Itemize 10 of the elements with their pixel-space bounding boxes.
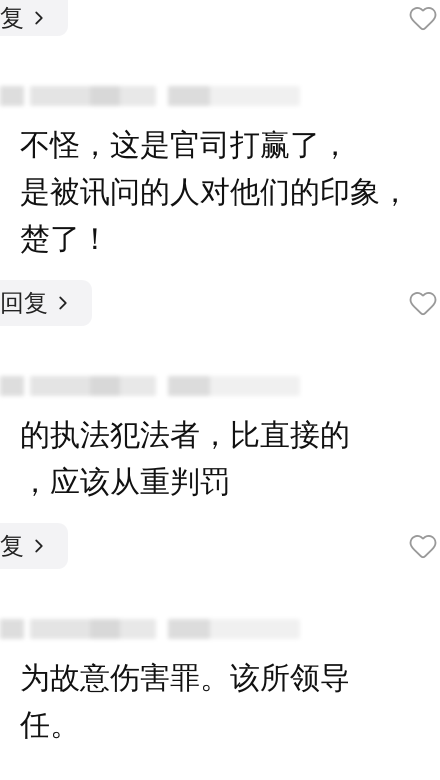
comment-text: ，应该从重判罚 — [19, 464, 231, 502]
comment-text: 是被讯问的人对他们的印象， — [19, 174, 411, 212]
reply-button[interactable]: 复 — [0, 0, 68, 36]
reply-button[interactable]: 回复 — [0, 280, 92, 326]
comment-text: 任。 — [19, 707, 81, 745]
comment-text: 为故意伤害罪。该所领导 — [19, 660, 351, 698]
comment-text: 楚了！ — [19, 221, 111, 259]
comment-text: 的执法犯法者，比直接的 — [19, 417, 351, 455]
comment-text: 不怪，这是官司打赢了， — [19, 127, 351, 165]
reply-button[interactable]: 复 — [0, 523, 68, 569]
